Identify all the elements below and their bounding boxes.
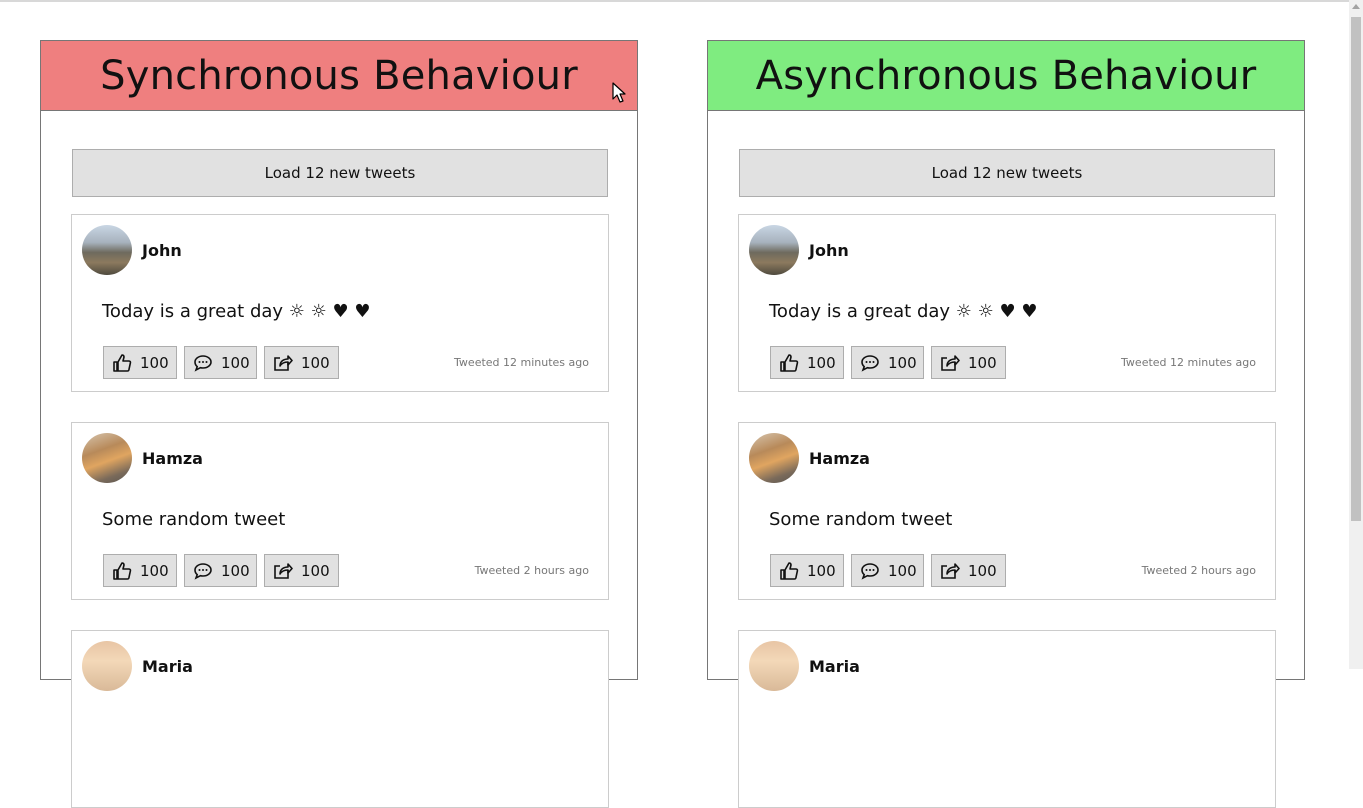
comment-count: 100 — [888, 353, 917, 372]
comment-button[interactable]: 100 — [184, 346, 257, 379]
vertical-scrollbar[interactable] — [1349, 0, 1363, 669]
scrollbar-thumb[interactable] — [1351, 17, 1361, 521]
share-icon — [273, 353, 293, 373]
tweet-card: Hamza Some random tweet 100 100 100 Twee… — [71, 422, 609, 600]
like-button[interactable]: 100 — [770, 346, 844, 379]
comment-button[interactable]: 100 — [851, 346, 924, 379]
share-count: 100 — [968, 353, 997, 372]
comment-count: 100 — [221, 353, 250, 372]
window-top-border — [0, 0, 1349, 2]
comment-icon — [860, 561, 880, 581]
tweet-timestamp: Tweeted 2 hours ago — [1141, 564, 1256, 577]
comment-icon — [193, 561, 213, 581]
tweet-actions: 100 100 100 — [770, 554, 1006, 587]
tweet-card: Hamza Some random tweet 100 100 100 Twee… — [738, 422, 1276, 600]
share-count: 100 — [968, 561, 997, 580]
share-button[interactable]: 100 — [264, 346, 339, 379]
avatar[interactable] — [82, 641, 132, 691]
like-count: 100 — [140, 561, 169, 580]
thumbs-up-icon — [112, 353, 132, 373]
like-button[interactable]: 100 — [770, 554, 844, 587]
comment-button[interactable]: 100 — [851, 554, 924, 587]
like-count: 100 — [807, 561, 836, 580]
share-icon — [940, 353, 960, 373]
share-count: 100 — [301, 561, 330, 580]
avatar[interactable] — [749, 433, 799, 483]
async-panel: Asynchronous Behaviour Load 12 new tweet… — [707, 40, 1305, 808]
like-count: 100 — [807, 353, 836, 372]
thumbs-up-icon — [112, 561, 132, 581]
scroll-up-arrow-icon[interactable] — [1352, 4, 1360, 9]
avatar[interactable] — [749, 641, 799, 691]
tweet-author[interactable]: Maria — [142, 657, 193, 676]
tweet-author[interactable]: John — [809, 241, 849, 260]
avatar[interactable] — [82, 225, 132, 275]
tweet-text: Some random tweet — [769, 509, 953, 530]
share-icon — [273, 561, 293, 581]
tweet-author[interactable]: Hamza — [142, 449, 203, 468]
tweet-text: Today is a great day ☼ ☼ ♥ ♥ — [102, 301, 371, 322]
tweet-author[interactable]: Maria — [809, 657, 860, 676]
tweet-timestamp: Tweeted 2 hours ago — [474, 564, 589, 577]
sync-panel-title: Synchronous Behaviour — [41, 41, 637, 111]
comment-count: 100 — [888, 561, 917, 580]
tweet-text: Today is a great day ☼ ☼ ♥ ♥ — [769, 301, 1038, 322]
comment-icon — [860, 353, 880, 373]
sync-panel: Synchronous Behaviour Load 12 new tweets… — [40, 40, 638, 808]
like-button[interactable]: 100 — [103, 346, 177, 379]
tweet-actions: 100 100 100 — [103, 346, 339, 379]
async-load-tweets-button[interactable]: Load 12 new tweets — [739, 149, 1275, 197]
avatar[interactable] — [749, 225, 799, 275]
like-button[interactable]: 100 — [103, 554, 177, 587]
comment-button[interactable]: 100 — [184, 554, 257, 587]
async-panel-title: Asynchronous Behaviour — [708, 41, 1304, 111]
share-button[interactable]: 100 — [264, 554, 339, 587]
tweet-card: Maria — [71, 630, 609, 808]
like-count: 100 — [140, 353, 169, 372]
tweet-text: Some random tweet — [102, 509, 286, 530]
comment-count: 100 — [221, 561, 250, 580]
tweet-timestamp: Tweeted 12 minutes ago — [1121, 356, 1256, 369]
sync-load-tweets-button[interactable]: Load 12 new tweets — [72, 149, 608, 197]
thumbs-up-icon — [779, 561, 799, 581]
comment-icon — [193, 353, 213, 373]
share-icon — [940, 561, 960, 581]
tweet-card: Maria — [738, 630, 1276, 808]
avatar[interactable] — [82, 433, 132, 483]
tweet-author[interactable]: Hamza — [809, 449, 870, 468]
share-button[interactable]: 100 — [931, 554, 1006, 587]
share-button[interactable]: 100 — [931, 346, 1006, 379]
tweet-card: John Today is a great day ☼ ☼ ♥ ♥ 100 10… — [738, 214, 1276, 392]
tweet-timestamp: Tweeted 12 minutes ago — [454, 356, 589, 369]
thumbs-up-icon — [779, 353, 799, 373]
tweet-actions: 100 100 100 — [103, 554, 339, 587]
mouse-cursor-icon — [612, 82, 626, 103]
tweet-card: John Today is a great day ☼ ☼ ♥ ♥ 100 10… — [71, 214, 609, 392]
share-count: 100 — [301, 353, 330, 372]
tweet-author[interactable]: John — [142, 241, 182, 260]
tweet-actions: 100 100 100 — [770, 346, 1006, 379]
